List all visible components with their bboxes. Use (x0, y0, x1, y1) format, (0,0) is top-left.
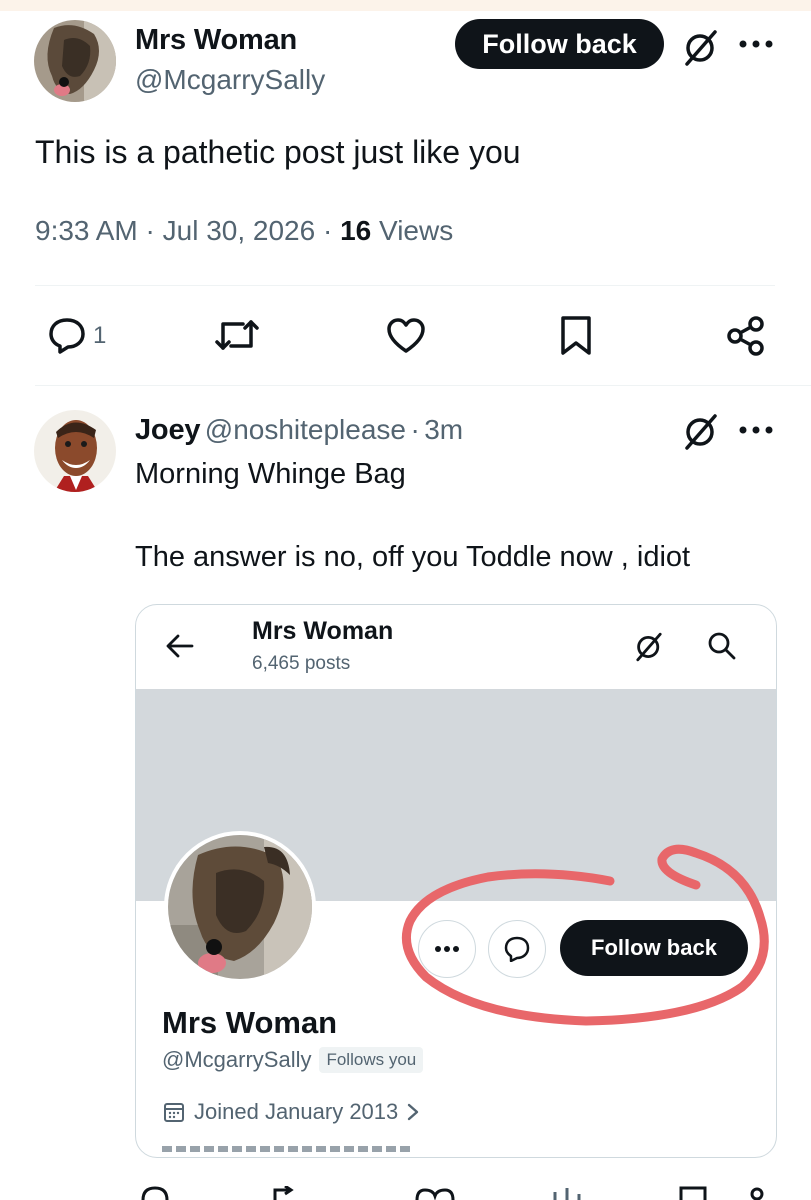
tweet-time: 9:33 AM (35, 215, 138, 246)
reply-action-bar-cutoff (135, 1186, 775, 1200)
top-strip (0, 0, 811, 11)
reply-author-name[interactable]: Joey (135, 414, 201, 446)
author-handle[interactable]: @McgarrySally (135, 64, 325, 96)
avatar[interactable] (34, 20, 116, 102)
more-icon[interactable] (738, 424, 774, 436)
tweet-text: This is a pathetic post just like you (35, 134, 521, 170)
reply-avatar[interactable] (34, 410, 116, 492)
reply-age[interactable]: 3m (424, 414, 463, 445)
cut-off-stats (162, 1146, 412, 1152)
views-label: Views (379, 215, 454, 246)
reply-author-handle[interactable]: @noshiteplease (205, 414, 406, 445)
tweet-meta: 9:33 AM · Jul 30, 2026 · 16 Views (35, 215, 453, 247)
meta-separator: · (322, 215, 341, 246)
meta-separator: · (145, 215, 163, 246)
reply-text-line2: The answer is no, off you Toddle now , i… (135, 541, 691, 573)
highlight-circle (401, 844, 769, 1026)
chevron-right-icon (408, 1103, 419, 1121)
profile-avatar (164, 831, 316, 983)
meta-separator: · (410, 414, 420, 445)
views-count: 16 (340, 215, 372, 246)
joined-date: Joined January 2013 (194, 1099, 399, 1124)
follow-back-button[interactable]: Follow back (455, 19, 664, 69)
search-icon (706, 630, 738, 662)
profile-handle: @McgarrySally (162, 1047, 312, 1072)
divider (35, 385, 811, 386)
reply-header: Joey @noshiteplease · 3m (135, 414, 463, 447)
follows-you-badge: Follows you (319, 1047, 424, 1073)
more-icon[interactable] (738, 38, 774, 50)
grok-icon (633, 631, 665, 663)
retweet-icon[interactable] (215, 316, 259, 354)
embedded-image[interactable]: Mrs Woman 6,465 posts Follow back Mrs Wo… (135, 604, 777, 1158)
bookmark-icon[interactable] (559, 315, 593, 357)
grok-icon[interactable] (681, 412, 721, 452)
back-arrow-icon (164, 633, 194, 659)
like-icon[interactable] (386, 317, 426, 355)
share-icon[interactable] (725, 315, 767, 357)
author-name[interactable]: Mrs Woman (135, 24, 297, 57)
grok-icon[interactable] (681, 28, 721, 68)
divider (35, 285, 775, 286)
calendar-icon (164, 1103, 184, 1122)
profile-name: Mrs Woman (162, 1005, 338, 1040)
joined-row: Joined January 2013 (162, 1099, 420, 1125)
reply-text-line1: Morning Whinge Bag (135, 458, 406, 490)
reply-icon[interactable] (48, 316, 86, 354)
tweet-date: Jul 30, 2026 (162, 215, 316, 246)
embed-post-count: 6,465 posts (252, 653, 351, 674)
embed-title: Mrs Woman (252, 617, 394, 645)
profile-handle-row: @McgarrySally Follows you (162, 1047, 424, 1073)
reply-count: 1 (93, 322, 107, 349)
